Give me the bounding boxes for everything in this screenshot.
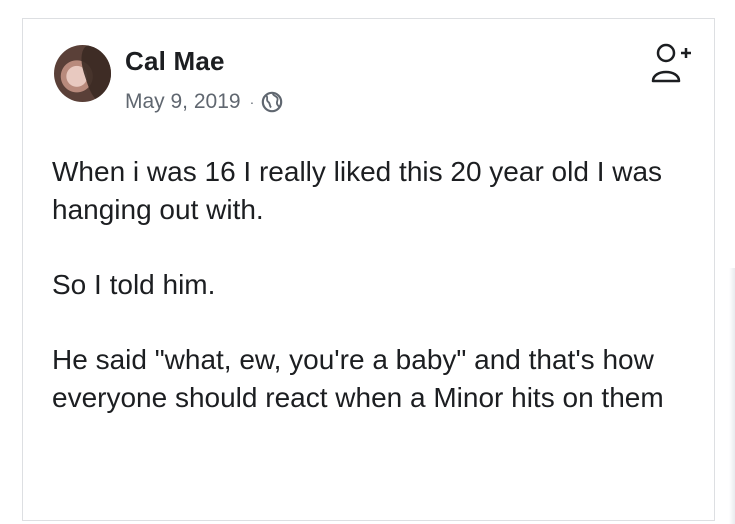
post-date[interactable]: May 9, 2019 bbox=[125, 90, 241, 114]
globe-icon[interactable] bbox=[261, 91, 283, 113]
post-meta: May 9, 2019 · bbox=[125, 90, 283, 114]
avatar[interactable] bbox=[54, 45, 111, 102]
post-text: When i was 16 I really liked this 20 yea… bbox=[52, 153, 702, 417]
author-name[interactable]: Cal Mae bbox=[125, 46, 225, 77]
post-card: Cal Mae May 9, 2019 · When i was 16 I re… bbox=[22, 18, 715, 521]
edge-shadow bbox=[729, 268, 735, 524]
post-paragraph: So I told him. bbox=[52, 269, 216, 300]
avatar-photo bbox=[76, 45, 111, 102]
post-paragraph: When i was 16 I really liked this 20 yea… bbox=[52, 156, 663, 225]
meta-separator: · bbox=[249, 94, 255, 110]
add-friend-icon[interactable] bbox=[648, 39, 694, 85]
post-paragraph: He said "what, ew, you're a baby" and th… bbox=[52, 344, 664, 413]
